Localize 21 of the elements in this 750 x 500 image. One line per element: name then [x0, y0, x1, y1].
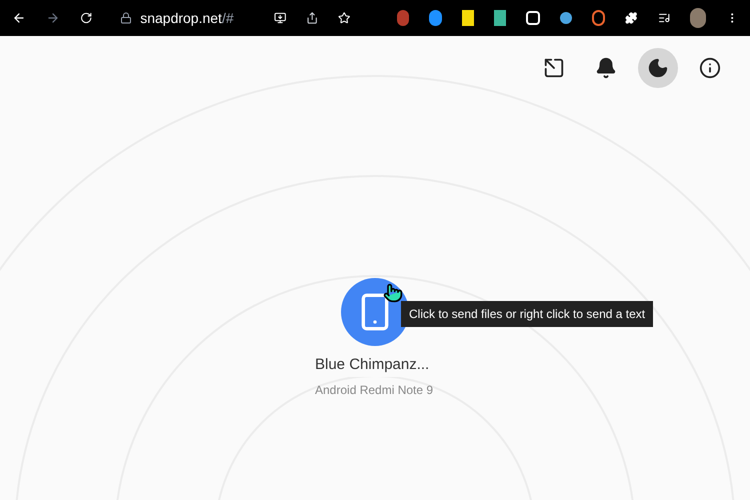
peer-device: Android Redmi Note 9 — [315, 382, 434, 398]
lock-icon — [120, 12, 132, 24]
extension-icon[interactable] — [462, 10, 474, 26]
share-icon[interactable] — [306, 10, 318, 26]
avatar[interactable] — [690, 8, 706, 28]
extension-icon[interactable] — [494, 10, 506, 26]
hand-cursor-icon — [383, 283, 403, 303]
theme-button[interactable] — [638, 48, 678, 88]
bell-icon — [595, 57, 617, 79]
bookmark-star-icon[interactable] — [338, 10, 351, 26]
puzzle-icon[interactable] — [625, 10, 638, 26]
install-icon — [543, 57, 565, 79]
extension-icon[interactable] — [560, 12, 572, 24]
moon-icon — [647, 57, 669, 79]
address-bar[interactable]: snapdrop.net/# — [140, 8, 234, 28]
reload-icon[interactable] — [80, 10, 92, 26]
tooltip: Click to send files or right click to send a text — [401, 301, 654, 327]
extension-icon[interactable] — [592, 10, 606, 26]
info-icon — [699, 57, 721, 79]
install-icon[interactable] — [274, 10, 286, 26]
extension-icon[interactable] — [429, 10, 442, 26]
